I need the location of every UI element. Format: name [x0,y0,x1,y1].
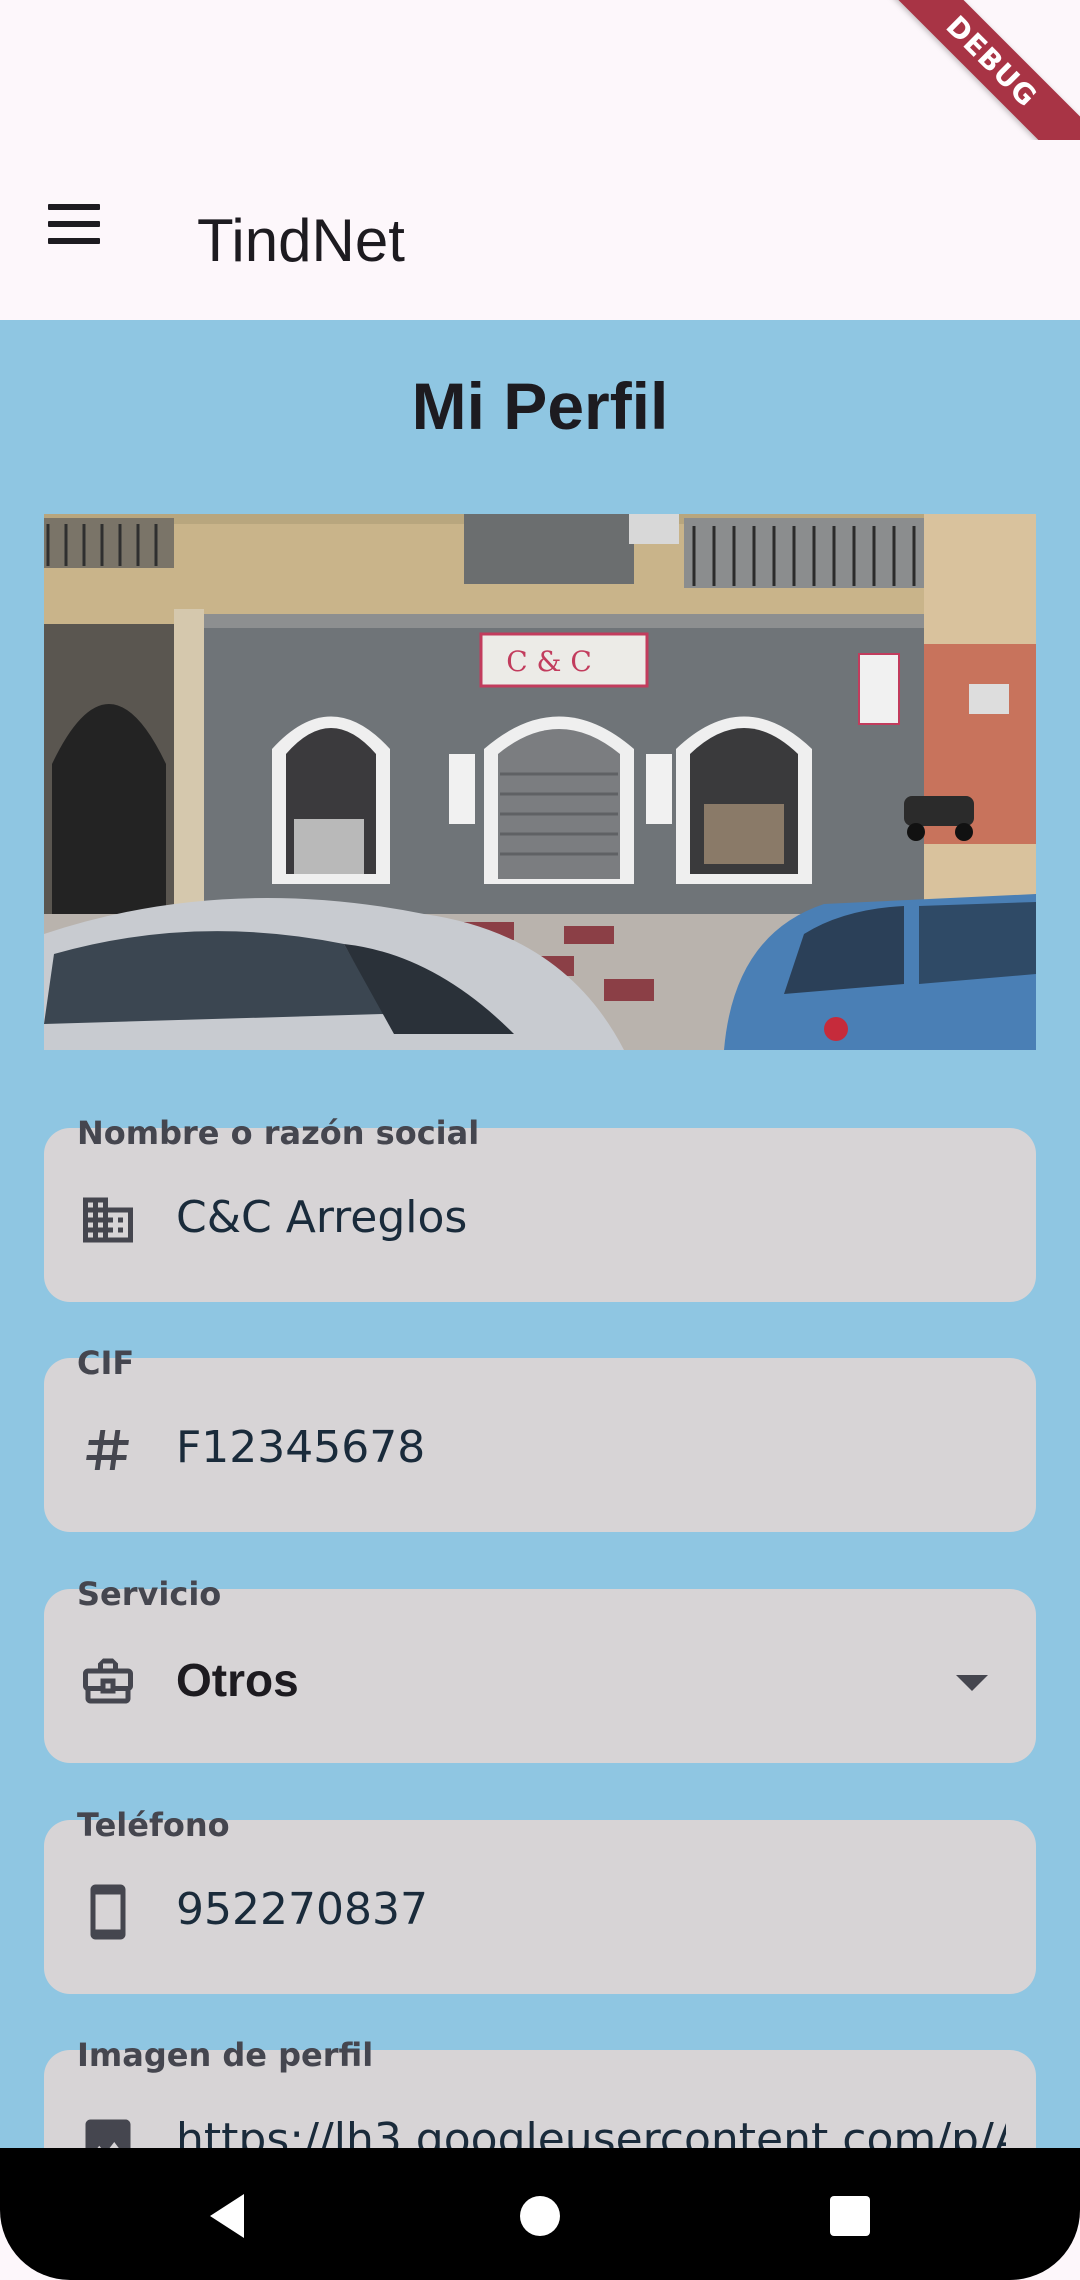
briefcase-icon [78,1651,138,1711]
hash-icon [78,1420,138,1480]
cif-field[interactable]: CIF F12345678 [44,1344,1036,1534]
profile-content[interactable]: Mi Perfil C & C Nombre o razón social C&… [0,320,1080,2150]
page-title: Mi Perfil [411,369,669,443]
status-bar: DEBUG [0,0,1080,184]
profile-image-url-label: Imagen de perfil [77,2036,374,2074]
service-selected-value: Otros [176,1654,299,1706]
shop-sign-text: C & C [506,645,592,678]
home-icon[interactable] [510,2186,570,2246]
phone-value: 952270837 [176,1884,428,1935]
cif-label: CIF [77,1344,135,1382]
service-label: Servicio [77,1575,222,1613]
app-bar: TindNet [0,140,1080,320]
hamburger-menu-icon[interactable] [48,204,108,256]
cif-value: F12345678 [176,1422,426,1473]
smartphone-icon [78,1882,138,1942]
app-title: TindNet [197,207,405,274]
cif-input[interactable]: F12345678 [44,1358,1036,1532]
profile-image-url-value: https://lh3.googleusercontent.com/p/Al [176,2114,1006,2150]
building-icon [78,1190,138,1250]
chevron-down-icon[interactable] [956,1675,988,1691]
recents-icon[interactable] [820,2186,880,2246]
business-name-input[interactable]: C&C Arreglos [44,1128,1036,1302]
business-name-label: Nombre o razón social [77,1114,480,1152]
back-icon[interactable] [196,2186,256,2246]
business-name-field[interactable]: Nombre o razón social C&C Arreglos [44,1114,1036,1304]
image-icon [78,2112,138,2150]
profile-image: C & C [44,514,1036,1050]
phone-field[interactable]: Teléfono 952270837 [44,1806,1036,1996]
profile-image-url-field[interactable]: Imagen de perfil https://lh3.googleuserc… [44,2036,1036,2150]
service-field[interactable]: Servicio Otros [44,1575,1036,1765]
system-navigation-bar [0,2148,1080,2280]
service-dropdown[interactable]: Otros [44,1589,1036,1763]
phone-label: Teléfono [77,1806,230,1844]
app-screen: DEBUG TindNet Mi Perfil C & C Nombre o r… [0,0,1080,2280]
business-name-value: C&C Arreglos [176,1192,468,1243]
phone-input[interactable]: 952270837 [44,1820,1036,1994]
